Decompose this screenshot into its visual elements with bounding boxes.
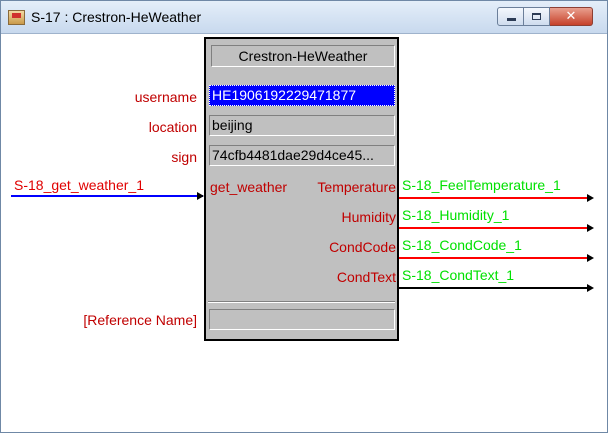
input-signal-label[interactable]: S-18_get_weather_1 [14, 177, 144, 193]
window-title: S-17 : Crestron-HeWeather [31, 9, 202, 25]
window-controls: ✕ [497, 7, 593, 26]
param-field-location[interactable]: beijing [209, 115, 395, 136]
minimize-button[interactable] [497, 7, 524, 26]
input-arrow-icon [197, 192, 204, 200]
output-arrow-icon [587, 254, 594, 262]
param-label-sign: sign [171, 149, 197, 165]
output-signal-label[interactable]: S-18_CondCode_1 [402, 237, 522, 253]
output-arrow-icon [587, 224, 594, 232]
close-icon: ✕ [565, 9, 577, 24]
param-field-sign[interactable]: 74cfb4481dae29d4ce45... [209, 145, 395, 166]
close-button[interactable]: ✕ [550, 7, 593, 26]
output-arrow-icon [587, 284, 594, 292]
app-icon [8, 10, 25, 25]
param-field-username[interactable]: HE1906192229471877 [209, 85, 395, 106]
output-wire[interactable] [399, 287, 587, 289]
symbol-divider [208, 301, 395, 303]
output-pin-condtext: CondText [336, 269, 396, 285]
output-wire[interactable] [399, 197, 587, 199]
output-pin-condcode: CondCode [329, 239, 396, 255]
output-arrow-icon [587, 194, 594, 202]
symbol-name: Crestron-HeWeather [211, 45, 395, 67]
symbol-body[interactable]: Crestron-HeWeather HE1906192229471877 be… [204, 37, 399, 341]
symbol-canvas: username location sign [Reference Name] … [1, 34, 607, 432]
reference-name-field[interactable] [209, 309, 395, 330]
param-label-location: location [148, 119, 197, 135]
output-signal-label[interactable]: S-18_Humidity_1 [402, 207, 509, 223]
output-wire[interactable] [399, 257, 587, 259]
output-pin-temperature: Temperature [317, 179, 396, 195]
maximize-button[interactable] [524, 7, 550, 26]
title-bar[interactable]: S-17 : Crestron-HeWeather ✕ [1, 1, 607, 34]
output-signal-label[interactable]: S-18_FeelTemperature_1 [402, 177, 561, 193]
output-pin-humidity: Humidity [341, 209, 396, 225]
output-wire[interactable] [399, 227, 587, 229]
output-signal-label[interactable]: S-18_CondText_1 [402, 267, 514, 283]
input-pin-get-weather: get_weather [210, 179, 288, 195]
reference-name-label: [Reference Name] [83, 312, 197, 328]
input-wire[interactable] [11, 195, 203, 197]
param-label-username: username [134, 89, 197, 105]
symbol-detail-window: S-17 : Crestron-HeWeather ✕ username loc… [0, 0, 608, 433]
